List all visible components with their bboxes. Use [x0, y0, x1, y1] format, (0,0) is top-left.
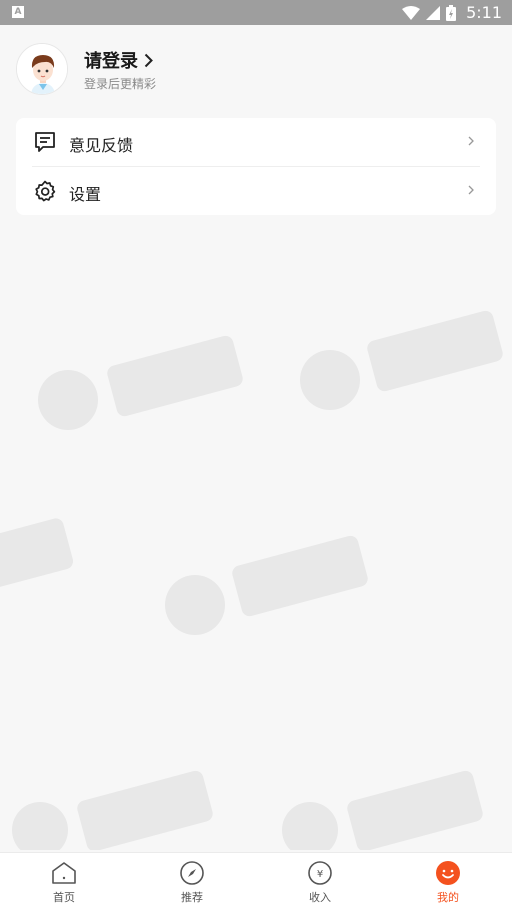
avatar[interactable] — [16, 43, 68, 95]
tab-home[interactable]: 首页 — [0, 853, 128, 908]
menu-item-label: 设置 — [69, 185, 102, 204]
bottom-tab-bar: 首页 推荐 ¥ 收入 我的 — [0, 852, 512, 908]
tab-label: 首页 — [53, 891, 75, 904]
tab-income[interactable]: ¥ 收入 — [256, 853, 384, 908]
tab-label: 我的 — [437, 891, 459, 904]
tab-label: 收入 — [309, 891, 331, 904]
status-bar: A 5:11 — [0, 0, 512, 25]
tab-label: 推荐 — [181, 891, 203, 904]
settings-icon — [35, 180, 56, 202]
chevron-right-icon — [144, 53, 153, 67]
menu-card: 意见反馈 设置 — [16, 118, 496, 215]
smile-face-icon — [436, 861, 460, 885]
menu-item-label: 意见反馈 — [69, 136, 134, 155]
battery-icon — [446, 4, 457, 21]
home-icon — [52, 862, 76, 884]
wifi-icon — [402, 5, 421, 20]
menu-item-feedback[interactable]: 意见反馈 — [16, 118, 496, 166]
clock: 5:11 — [466, 3, 502, 22]
compass-icon — [180, 861, 204, 885]
chevron-right-icon — [468, 136, 474, 146]
profile-header[interactable]: 请登录 登录后更精彩 — [16, 43, 496, 97]
login-prompt[interactable]: 请登录 — [84, 47, 153, 73]
tab-mine[interactable]: 我的 — [384, 853, 512, 908]
watermark-pattern — [0, 310, 503, 850]
menu-item-settings[interactable]: 设置 — [16, 167, 496, 215]
login-title: 请登录 — [84, 51, 138, 72]
chevron-right-icon — [468, 185, 474, 195]
svg-text:¥: ¥ — [317, 869, 323, 880]
tab-recommend[interactable]: 推荐 — [128, 853, 256, 908]
system-icons: 5:11 — [402, 2, 502, 23]
login-subtitle: 登录后更精彩 — [84, 77, 157, 91]
yuan-coin-icon: ¥ — [308, 861, 332, 885]
feedback-icon — [35, 132, 55, 152]
notification-a-icon: A — [12, 6, 24, 18]
default-avatar-icon — [17, 44, 67, 94]
cell-signal-icon — [426, 5, 441, 20]
